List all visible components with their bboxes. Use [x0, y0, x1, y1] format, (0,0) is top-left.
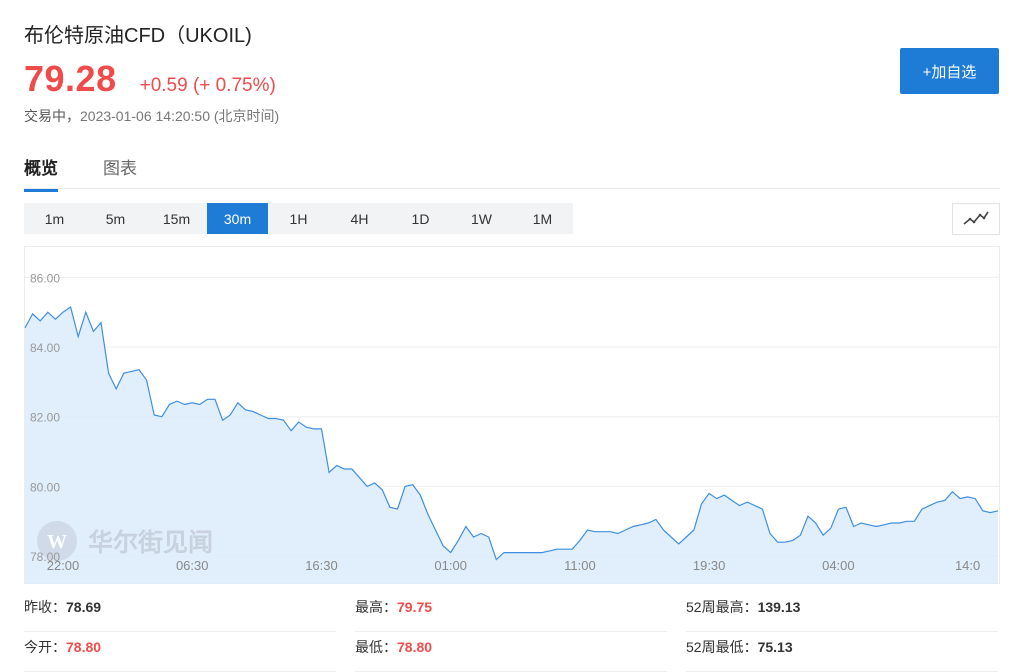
stat-low: 最低：78.80 — [355, 632, 667, 672]
y-tick-label: 84.00 — [30, 341, 60, 355]
chart-type-button[interactable] — [952, 203, 1000, 235]
stats-row-1: 昨收：78.69 最高：79.75 52周最高：139.13 — [24, 592, 1000, 632]
x-tick-label: 04:00 — [822, 558, 855, 573]
stat-value: 75.13 — [757, 639, 793, 655]
x-tick-label: 22:00 — [47, 558, 80, 573]
y-tick-label: 80.00 — [30, 480, 60, 494]
last-price: 79.28 — [24, 58, 117, 99]
status-text: 交易中， — [24, 108, 80, 124]
stat-label: 52周最高： — [686, 599, 758, 615]
range-4h-button[interactable]: 4H — [329, 203, 390, 234]
tab-chart[interactable]: 图表 — [103, 154, 137, 189]
tab-overview[interactable]: 概览 — [24, 154, 58, 192]
quote-timestamp: 2023-01-06 14:20:50 — [80, 108, 210, 124]
tab-bar: 概览 图表 — [24, 150, 1000, 192]
stat-label: 昨收： — [24, 599, 66, 615]
stat-value: 139.13 — [757, 599, 801, 615]
price-row: 79.28 +0.59 (+ 0.75%) — [24, 58, 276, 100]
stat-value: 78.69 — [66, 599, 102, 615]
stat-label: 52周最低： — [686, 639, 758, 655]
stat-open: 今开：78.80 — [24, 632, 336, 672]
x-tick-label: 06:30 — [176, 558, 209, 573]
instrument-title: 布伦特原油CFD（UKOIL) — [24, 25, 252, 47]
stat-value: 78.80 — [66, 639, 102, 655]
range-1d-button[interactable]: 1D — [390, 203, 451, 234]
stat-label: 今开： — [24, 639, 66, 655]
stat-52w-low: 52周最低：75.13 — [686, 632, 998, 672]
stats-row-2: 今开：78.80 最低：78.80 52周最低：75.13 — [24, 632, 1000, 672]
stat-label: 最低： — [355, 639, 397, 655]
stat-value: 79.75 — [397, 599, 433, 615]
timezone-label: (北京时间) — [213, 108, 280, 124]
range-15m-button[interactable]: 15m — [146, 203, 207, 234]
time-range-selector: 1m 5m 15m 30m 1H 4H 1D 1W 1M — [24, 203, 573, 234]
trading-status: 交易中，2023-01-06 14:20:50 (北京时间) — [24, 106, 279, 126]
stat-value: 78.80 — [397, 639, 433, 655]
x-tick-label: 19:30 — [693, 558, 726, 573]
line-chart-icon — [963, 211, 989, 225]
range-1w-button[interactable]: 1W — [451, 203, 512, 234]
range-1h-button[interactable]: 1H — [268, 203, 329, 234]
range-1m-button[interactable]: 1m — [24, 203, 85, 234]
x-tick-label: 16:30 — [305, 558, 338, 573]
range-1mo-button[interactable]: 1M — [512, 203, 573, 234]
price-chart-svg: W 华尔街见闻 86.0084.0082.0080.0078.00 22:00 0… — [24, 246, 1000, 584]
add-to-watchlist-button[interactable]: +加自选 — [900, 48, 999, 94]
price-change: +0.59 (+ 0.75%) — [139, 75, 276, 96]
stat-high: 最高：79.75 — [355, 592, 667, 632]
x-tick-label: 01:00 — [434, 558, 467, 573]
range-30m-button[interactable]: 30m — [207, 203, 268, 234]
stat-prev-close: 昨收：78.69 — [24, 592, 336, 632]
price-chart[interactable]: W 华尔街见闻 86.00 84.00 82.00 80.00 78.00 22:00 0… — [24, 246, 1000, 584]
stats-panel: 昨收：78.69 最高：79.75 52周最高：139.13 今开：78.80 … — [24, 592, 1000, 672]
watermark-text: 华尔街见闻 — [88, 528, 213, 557]
stat-label: 最高： — [355, 599, 397, 615]
range-5m-button[interactable]: 5m — [85, 203, 146, 234]
y-tick-label: 82.00 — [30, 411, 60, 425]
x-tick-label: 11:00 — [564, 558, 596, 573]
y-tick-label: 86.00 — [30, 271, 60, 285]
x-tick-label: 14:0 — [955, 558, 980, 573]
stat-52w-high: 52周最高：139.13 — [686, 592, 998, 632]
